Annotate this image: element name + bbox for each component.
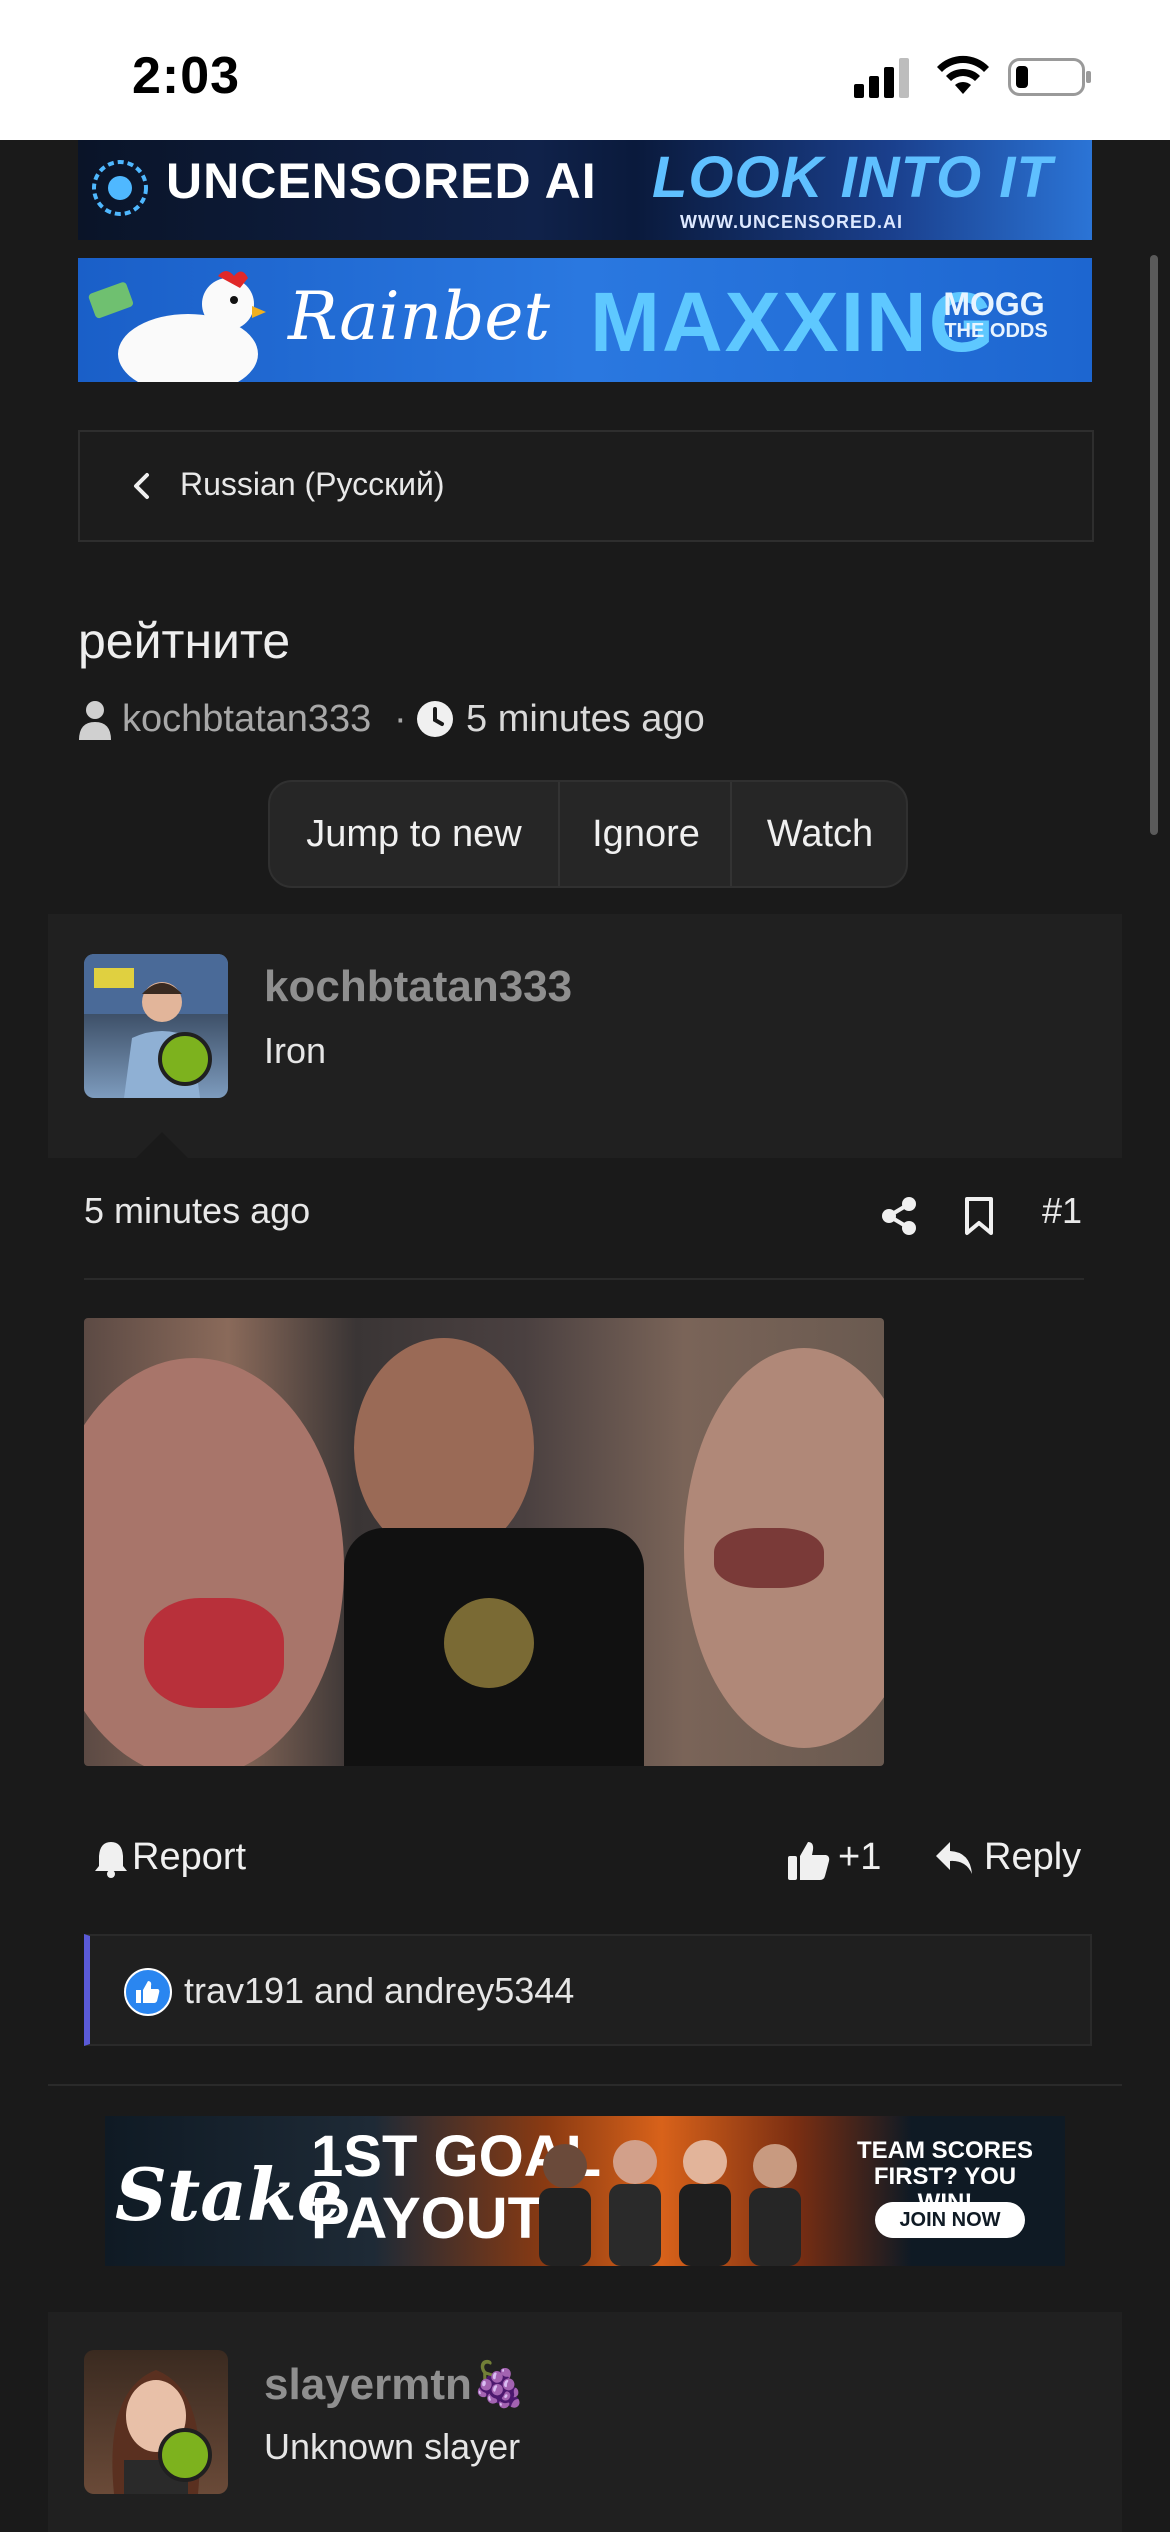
post-image[interactable] [84,1318,884,1766]
reply-button[interactable]: Reply [934,1836,1084,1886]
watch-button[interactable]: Watch [730,782,906,886]
ad-stake-side-1: TEAM SCORES [856,2137,1033,2164]
post-user-title: Unknown slayer [264,2426,521,2467]
user-icon [79,701,111,740]
post-divider [84,1278,1084,1280]
ad-ai-cta: LOOK INTO IT [652,145,1053,210]
ad-banner-stake[interactable]: Stake 1ST GOAL PAYOUT TEAM SCORES FIRST?… [105,2116,1065,2266]
report-button[interactable]: Report [94,1836,264,1886]
online-status-dot [158,1032,212,1086]
like-count: +1 [838,1836,882,1878]
like-button[interactable]: +1 [788,1836,888,1886]
ad-banner-rainbet[interactable]: Rainbet MAXXING MOGG THE ODDS [78,258,1092,382]
ai-logo-icon [92,160,148,216]
post-username[interactable]: slayermtn🍇 [264,2358,527,2410]
bell-icon [95,1842,127,1878]
clock-icon [417,701,453,737]
chevron-left-icon [134,473,149,499]
ad-ai-url: WWW.UNCENSORED.AI [680,212,903,232]
reply-icon [936,1842,972,1874]
thread-time[interactable]: 5 minutes ago [466,698,705,741]
jump-to-new-button[interactable]: Jump to new [270,782,558,886]
post-user-header: kochbtatan333 Iron [48,914,1122,1158]
ad-rainbet-tag1: MOGG [943,286,1045,322]
ad-banner-uncensored-ai[interactable]: UNCENSORED AI LOOK INTO IT WWW.UNCENSORE… [78,140,1092,240]
post-time[interactable]: 5 minutes ago [84,1190,310,1232]
status-bar: 2:03 [0,0,1170,140]
battery-icon [1008,58,1091,96]
breadcrumb-label: Russian (Русский) [180,466,445,502]
post-separator [48,2084,1122,2086]
ad-rainbet-tag2: THE ODDS [944,320,1048,342]
avatar-photo [112,2370,200,2494]
ad-ai-title: UNCENSORED AI [166,153,597,209]
report-label: Report [132,1836,247,1878]
thread-title: рейтните [78,613,291,669]
status-time: 2:03 [132,47,241,105]
bookmark-icon[interactable] [964,1196,994,1236]
online-status-dot [158,2428,212,2482]
avatar[interactable] [84,2350,228,2494]
reactions-users[interactable]: trav191 and andrey5344 [184,1970,574,2012]
meta-separator: · [394,698,407,740]
like-reaction-icon [124,1968,172,2016]
ad-stake-logo: Stake [115,2152,343,2237]
thread-author-link[interactable]: kochbtatan333 [122,698,371,741]
signal-icon [854,58,909,98]
ad-rainbet-logo: Rainbet [288,278,551,355]
thread-button-group: Jump to new Ignore Watch [268,780,908,888]
avatar-photo [84,954,228,1098]
post-user-title: Iron [264,1030,327,1071]
ad-stake-join-button[interactable]: JOIN NOW [875,2202,1025,2238]
ad-stake-players [539,2140,801,2266]
post-user-header-2: slayermtn🍇 Unknown slayer [48,2312,1122,2532]
header-notch [136,1132,188,1158]
avatar[interactable] [84,954,228,1098]
ignore-button[interactable]: Ignore [558,782,732,886]
chicken-mascot-icon [88,271,266,382]
post-number-link[interactable]: #1 [1042,1190,1082,1232]
share-icon[interactable] [880,1196,918,1236]
post-username[interactable]: kochbtatan333 [264,962,572,1012]
scrollbar[interactable] [1150,255,1158,835]
breadcrumb[interactable]: Russian (Русский) [78,430,1094,542]
wifi-icon [937,55,989,94]
reply-label: Reply [984,1836,1082,1878]
thumbs-up-icon [788,1842,830,1880]
reactions-bar[interactable]: trav191 and andrey5344 [84,1934,1092,2046]
